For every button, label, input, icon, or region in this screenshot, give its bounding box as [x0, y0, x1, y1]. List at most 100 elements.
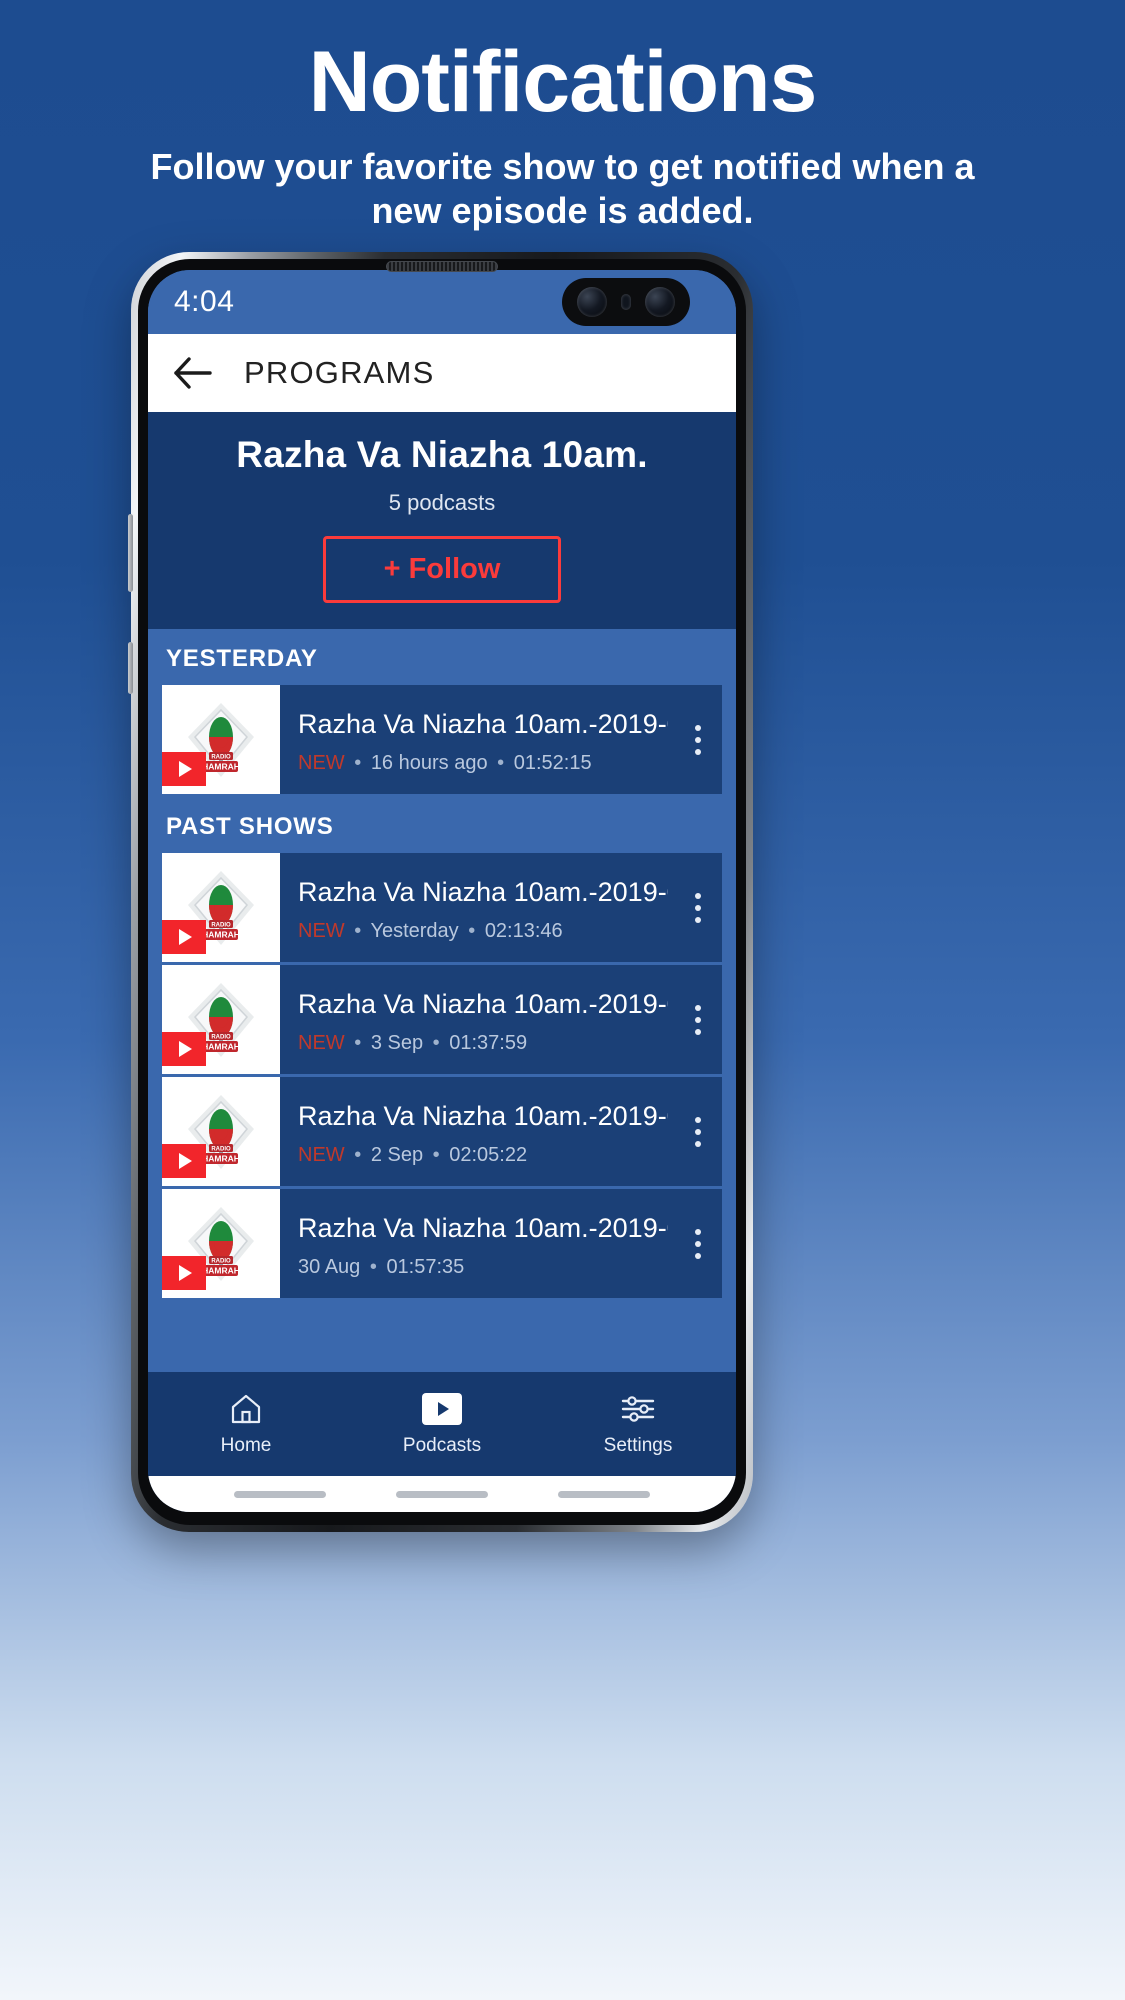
episode-info: Razha Va Niazha 10am.-2019-09-05 NEW • 1…: [280, 685, 674, 794]
episode-date: 16 hours ago: [370, 751, 488, 774]
front-camera-cutout: [562, 278, 690, 326]
promo-header: Notifications Follow your favorite show …: [0, 0, 1125, 233]
meta-separator: •: [354, 1143, 362, 1166]
power-button[interactable]: [128, 642, 133, 694]
table-row[interactable]: HAMRAH RADIO Razha Va Niazha 10am.-2019-…: [162, 853, 722, 965]
episode-info: Razha Va Niazha 10am.-2019-08-30 30 Aug …: [280, 1189, 674, 1298]
episode-title: Razha Va Niazha 10am.-2019-09-03: [298, 988, 668, 1019]
play-badge-icon[interactable]: [162, 1144, 206, 1178]
episode-info: Razha Va Niazha 10am.-2019-09-02 NEW • 2…: [280, 1077, 674, 1186]
back-arrow-icon[interactable]: [170, 350, 216, 396]
episode-date: 3 Sep: [370, 1031, 424, 1054]
episode-duration: 01:57:35: [386, 1255, 465, 1278]
table-row[interactable]: HAMRAH RADIO Razha Va Niazha 10am.-2019-…: [162, 965, 722, 1077]
episode-thumbnail: HAMRAH RADIO: [162, 965, 280, 1074]
section-header-yesterday: YESTERDAY: [148, 629, 736, 685]
episode-duration: 02:13:46: [484, 919, 563, 942]
meta-separator: •: [432, 1031, 440, 1054]
play-badge-icon[interactable]: [162, 920, 206, 954]
show-podcast-count: 5 podcasts: [388, 490, 496, 515]
table-row[interactable]: HAMRAH RADIO Razha Va Niazha 10am.-2019-…: [162, 1189, 722, 1301]
list-empty-space: [148, 1301, 736, 1372]
app-bar-title: PROGRAMS: [244, 355, 435, 390]
episode-title: Razha Va Niazha 10am.-2019-09-04: [298, 876, 668, 907]
episode-title: Razha Va Niazha 10am.-2019-09-02: [298, 1100, 668, 1131]
camera-lens-icon: [577, 287, 607, 317]
table-row[interactable]: HAMRAH RADIO Razha Va Niazha 10am.-2019-…: [162, 685, 722, 797]
nav-label-home: Home: [220, 1435, 272, 1456]
play-badge-icon[interactable]: [162, 1032, 206, 1066]
gesture-pill-right[interactable]: [558, 1490, 650, 1498]
gesture-pill-left[interactable]: [234, 1490, 326, 1498]
overflow-menu-icon[interactable]: [674, 1189, 722, 1298]
gesture-pill-center[interactable]: [396, 1490, 488, 1498]
meta-separator: •: [432, 1143, 440, 1166]
phone-device-frame: 4:04 PROGRAMS Razha Va Niazha 10am. 5 po…: [128, 252, 753, 1532]
overflow-menu-icon[interactable]: [674, 685, 722, 794]
svg-text:HAMRAH: HAMRAH: [202, 1265, 240, 1275]
episode-date: Yesterday: [370, 919, 459, 942]
episode-list[interactable]: YESTERDAY HAMRAH RADIO Razha Va Niazha 1…: [148, 629, 736, 1372]
gesture-navigation-bar: [148, 1476, 736, 1512]
nav-item-settings[interactable]: Settings: [540, 1391, 736, 1457]
svg-text:HAMRAH: HAMRAH: [202, 1153, 240, 1163]
meta-separator: •: [468, 919, 476, 942]
follow-button[interactable]: + Follow: [322, 536, 562, 603]
status-bar-clock: 4:04: [174, 285, 235, 318]
episode-duration: 01:52:15: [513, 751, 592, 774]
episode-meta: NEW • Yesterday • 02:13:46: [298, 920, 668, 943]
meta-separator: •: [354, 919, 362, 942]
svg-text:RADIO: RADIO: [211, 922, 231, 928]
earpiece-speaker-icon: [386, 261, 498, 272]
nav-label-settings: Settings: [603, 1435, 673, 1456]
nav-item-home[interactable]: Home: [148, 1391, 344, 1457]
new-badge: NEW: [298, 1143, 345, 1166]
show-header: Razha Va Niazha 10am. 5 podcasts + Follo…: [148, 412, 736, 629]
episode-date: 2 Sep: [370, 1143, 424, 1166]
episode-thumbnail: HAMRAH RADIO: [162, 685, 280, 794]
episode-meta: NEW • 3 Sep • 01:37:59: [298, 1032, 668, 1055]
svg-text:HAMRAH: HAMRAH: [202, 929, 240, 939]
promo-subtitle: Follow your favorite show to get notifie…: [150, 145, 975, 231]
section-header-past-shows: PAST SHOWS: [148, 797, 736, 853]
meta-separator: •: [354, 1031, 362, 1054]
camera-sensor-icon: [621, 294, 631, 310]
bottom-navigation-bar: Home Podcasts Settings: [148, 1372, 736, 1476]
episode-duration: 01:37:59: [449, 1031, 528, 1054]
settings-sliders-icon: [620, 1391, 656, 1427]
svg-text:RADIO: RADIO: [211, 1258, 231, 1264]
overflow-menu-icon[interactable]: [674, 965, 722, 1074]
episode-duration: 02:05:22: [449, 1143, 528, 1166]
episode-thumbnail: HAMRAH RADIO: [162, 853, 280, 962]
home-icon: [229, 1391, 263, 1427]
meta-separator: •: [369, 1255, 377, 1278]
episode-title: Razha Va Niazha 10am.-2019-09-05: [298, 708, 668, 739]
overflow-menu-icon[interactable]: [674, 853, 722, 962]
svg-text:HAMRAH: HAMRAH: [202, 761, 240, 771]
new-badge: NEW: [298, 919, 345, 942]
nav-label-podcasts: Podcasts: [402, 1435, 482, 1456]
svg-text:HAMRAH: HAMRAH: [202, 1041, 240, 1051]
page-title: Notifications: [308, 34, 818, 130]
nav-item-podcasts[interactable]: Podcasts: [344, 1391, 540, 1457]
meta-separator: •: [497, 751, 505, 774]
show-title: Razha Va Niazha 10am.: [236, 434, 648, 475]
meta-separator: •: [354, 751, 362, 774]
status-bar: 4:04: [148, 270, 736, 334]
table-row[interactable]: HAMRAH RADIO Razha Va Niazha 10am.-2019-…: [162, 1077, 722, 1189]
play-badge-icon[interactable]: [162, 1256, 206, 1290]
phone-screen: 4:04 PROGRAMS Razha Va Niazha 10am. 5 po…: [148, 270, 736, 1512]
episode-thumbnail: HAMRAH RADIO: [162, 1189, 280, 1298]
podcasts-play-icon: [422, 1391, 462, 1427]
episode-info: Razha Va Niazha 10am.-2019-09-03 NEW • 3…: [280, 965, 674, 1074]
phone-bezel: 4:04 PROGRAMS Razha Va Niazha 10am. 5 po…: [138, 259, 746, 1525]
play-badge-icon[interactable]: [162, 752, 206, 786]
new-badge: NEW: [298, 751, 345, 774]
volume-button[interactable]: [128, 514, 133, 592]
overflow-menu-icon[interactable]: [674, 1077, 722, 1186]
episode-date: 30 Aug: [298, 1255, 361, 1278]
svg-text:RADIO: RADIO: [211, 1034, 231, 1040]
episode-title: Razha Va Niazha 10am.-2019-08-30: [298, 1212, 668, 1243]
new-badge: NEW: [298, 1031, 345, 1054]
episode-thumbnail: HAMRAH RADIO: [162, 1077, 280, 1186]
